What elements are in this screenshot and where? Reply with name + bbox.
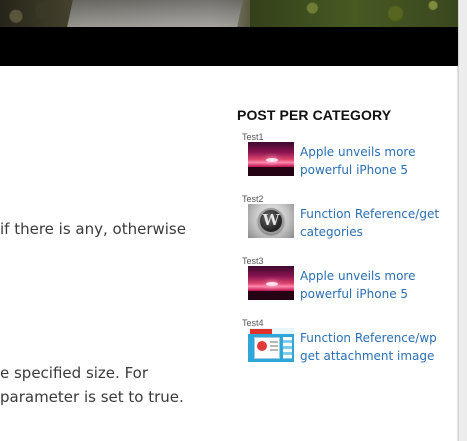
hill-graphic [248, 291, 294, 300]
banner-grass [250, 0, 458, 27]
post-link[interactable]: Apple unveils more powerful iPhone 5 [300, 143, 450, 179]
main-navigation-bar[interactable] [0, 27, 458, 66]
attachment-screenshot-thumbnail[interactable] [248, 328, 294, 362]
post-link[interactable]: Apple unveils more powerful iPhone 5 [300, 267, 450, 303]
screenshot-red-circle [257, 341, 267, 351]
article-text-line: if there is any, otherwise [0, 220, 186, 238]
hill-graphic [248, 167, 294, 176]
sunset-thumbnail[interactable] [248, 142, 294, 176]
content-edge-divider [457, 66, 458, 441]
screenshot-side-list [283, 337, 292, 359]
sunset-thumbnail[interactable] [248, 266, 294, 300]
article-text-line: e specified size. For [0, 364, 149, 382]
screenshot-text-lines [270, 341, 278, 353]
category-label: Test2 [242, 194, 264, 204]
post-link[interactable]: Function Reference/wp get attachment ima… [300, 329, 450, 365]
wordpress-logo-thumbnail[interactable]: W [248, 204, 294, 238]
article-text-line: parameter is set to true. [0, 388, 184, 406]
category-label: Test1 [242, 132, 264, 142]
banner-road [67, 0, 243, 27]
post-link[interactable]: Function Reference/get categories [300, 205, 450, 241]
screenshot-badge [250, 329, 272, 334]
category-label: Test3 [242, 256, 264, 266]
sun-graphic [266, 282, 278, 286]
wordpress-logo-icon: W [258, 208, 284, 234]
category-label: Test4 [242, 318, 264, 328]
sidebar-widget-post-per-category: POST PER CATEGORY Test1 Apple unveils mo… [237, 104, 452, 363]
sun-graphic [266, 158, 278, 162]
header-banner-image [0, 0, 458, 27]
page-scrollbar[interactable] [458, 0, 467, 441]
widget-title: POST PER CATEGORY [237, 107, 392, 123]
